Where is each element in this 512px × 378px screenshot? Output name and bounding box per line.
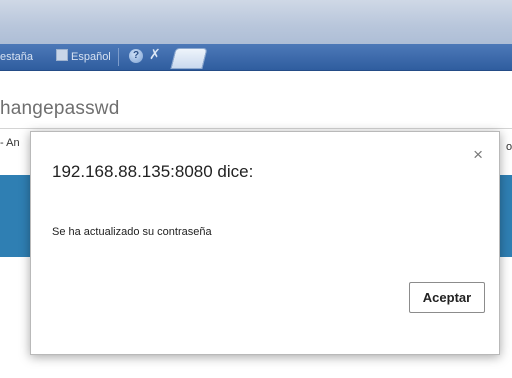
dialog-title: 192.168.88.135:8080 dice: [52, 162, 254, 181]
page-url-text: hangepasswd [0, 98, 120, 119]
accept-button[interactable]: Aceptar [409, 282, 485, 313]
page-right-text: o [506, 141, 512, 153]
alert-dialog: 192.168.88.135:8080 dice: × Se ha actual… [30, 131, 500, 355]
tab-separator [118, 48, 119, 66]
tab-espanol-label: Español [71, 51, 111, 63]
page-left-text: - An [0, 137, 20, 149]
new-tab-button[interactable] [170, 48, 208, 69]
tab-espanol[interactable]: Español [56, 48, 111, 67]
tab-pestana[interactable]: estaña [0, 48, 33, 67]
help-icon[interactable]: ? [129, 49, 143, 63]
dialog-message: Se ha actualizado su contraseña [52, 226, 212, 238]
browser-title-bar [0, 0, 512, 44]
language-icon [56, 49, 68, 61]
pin-icon[interactable]: ✗ [149, 46, 163, 62]
tab-pestana-label: estaña [0, 51, 34, 63]
close-icon[interactable]: × [473, 146, 483, 163]
